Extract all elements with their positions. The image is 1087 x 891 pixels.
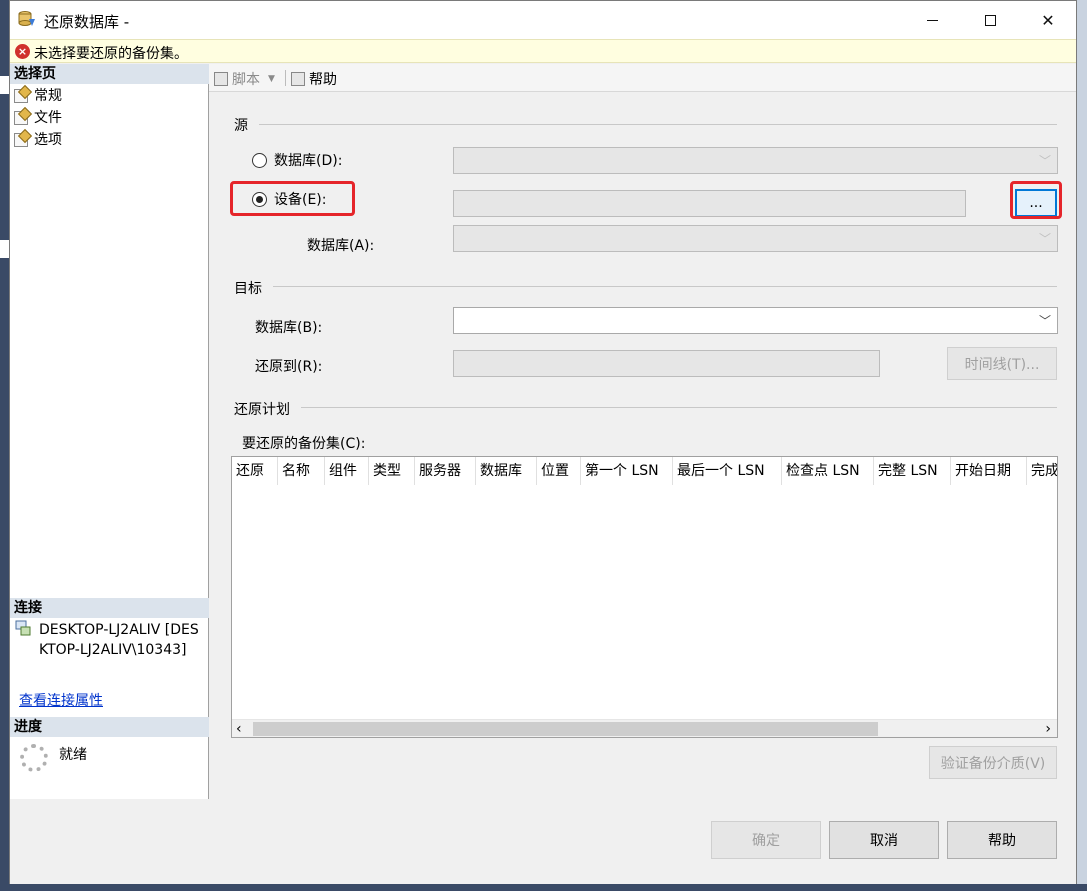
section-divider <box>301 407 1057 408</box>
script-icon <box>214 72 228 86</box>
ok-button[interactable]: 确定 <box>711 821 821 859</box>
chevron-left-icon[interactable]: ‹ <box>236 720 242 737</box>
table-header: 还原 名称 组件 类型 服务器 数据库 位置 第一个 LSN 最后一个 LSN … <box>232 457 1057 485</box>
background-bottom-strip <box>0 884 1087 891</box>
page-item-label: 选项 <box>34 132 62 148</box>
server-connection-icon <box>15 620 31 636</box>
page-settings-icon <box>14 111 28 125</box>
progress-spinner-icon <box>20 744 48 772</box>
source-section-title: 源 <box>234 118 248 134</box>
column-header[interactable]: 服务器 <box>415 457 476 485</box>
close-icon: ✕ <box>1041 10 1055 30</box>
scrollbar-thumb[interactable] <box>253 722 878 736</box>
view-connection-properties-link[interactable]: 查看连接属性 <box>19 690 103 710</box>
maximize-button[interactable] <box>961 1 1019 39</box>
restore-database-dialog: 还原数据库 - ✕ × 未选择要还原的备份集。 选择页 常规 文件 选项 连接 … <box>9 0 1077 884</box>
column-header[interactable]: 组件 <box>325 457 369 485</box>
page-item-general[interactable]: 常规 <box>14 86 62 106</box>
close-button[interactable]: ✕ <box>1019 1 1077 39</box>
chevron-down-icon: ﹀ <box>1038 314 1051 328</box>
script-button[interactable]: 脚本 ▼ <box>214 69 275 89</box>
help-icon <box>291 72 305 86</box>
maximize-icon <box>984 14 996 26</box>
minimize-icon <box>926 19 938 21</box>
column-header[interactable]: 类型 <box>369 457 415 485</box>
radio-unchecked-icon <box>252 152 267 168</box>
backup-sets-table[interactable]: 还原 名称 组件 类型 服务器 数据库 位置 第一个 LSN 最后一个 LSN … <box>231 456 1058 738</box>
section-divider <box>273 286 1057 287</box>
section-divider <box>259 124 1057 125</box>
chevron-right-icon[interactable]: › <box>1045 720 1051 737</box>
chevron-down-icon: ﹀ <box>1038 154 1051 168</box>
help-toolbar-button[interactable]: 帮助 <box>291 69 337 89</box>
column-header[interactable]: 完成 <box>1027 457 1057 485</box>
script-label: 脚本 <box>232 72 260 88</box>
page-item-label: 文件 <box>34 110 62 126</box>
source-database-label: 数据库(A): <box>307 238 375 254</box>
verify-backup-media-button[interactable]: 验证备份介质(V) <box>929 746 1057 779</box>
toolbar: 脚本 ▼ 帮助 <box>209 64 1076 92</box>
restore-plan-section-title: 还原计划 <box>234 402 290 418</box>
restore-to-label: 还原到(R): <box>255 359 323 375</box>
column-header[interactable]: 完整 LSN <box>874 457 951 485</box>
page-settings-icon <box>14 89 28 103</box>
error-banner: × 未选择要还原的备份集。 <box>10 39 1076 63</box>
column-header[interactable]: 最后一个 LSN <box>673 457 782 485</box>
radio-label: 数据库(D): <box>274 153 343 169</box>
select-page-header: 选择页 <box>10 64 209 84</box>
highlight-box <box>1010 181 1062 219</box>
toolbar-separator <box>285 70 286 86</box>
background-fragment <box>0 76 9 94</box>
destination-database-select[interactable]: ﹀ <box>453 307 1058 334</box>
chevron-down-icon: ﹀ <box>1038 232 1051 246</box>
left-panel: 选择页 常规 文件 选项 连接 DESKTOP-LJ2ALIV [DESKTOP… <box>10 64 209 799</box>
restore-to-field[interactable] <box>453 350 880 377</box>
column-header[interactable]: 还原 <box>232 457 278 485</box>
background-right-strip <box>1077 0 1087 891</box>
horizontal-scrollbar[interactable]: ‹ › <box>232 719 1057 737</box>
title-bar[interactable]: 还原数据库 - ✕ <box>10 1 1076 39</box>
error-message: 未选择要还原的备份集。 <box>34 46 188 62</box>
error-icon: × <box>15 44 30 59</box>
help-label: 帮助 <box>309 72 337 88</box>
column-header[interactable]: 数据库 <box>476 457 537 485</box>
source-database-a-select[interactable]: ﹀ <box>453 225 1058 252</box>
connection-header: 连接 <box>10 598 209 618</box>
timeline-button[interactable]: 时间线(T)... <box>947 347 1057 380</box>
progress-status: 就绪 <box>59 747 87 763</box>
page-settings-icon <box>14 133 28 147</box>
page-item-options[interactable]: 选项 <box>14 130 62 150</box>
column-header[interactable]: 位置 <box>537 457 581 485</box>
column-header[interactable]: 名称 <box>278 457 325 485</box>
background-fragment <box>0 240 9 258</box>
minimize-button[interactable] <box>903 1 961 39</box>
cancel-button[interactable]: 取消 <box>829 821 939 859</box>
device-path-field[interactable] <box>453 190 966 217</box>
dialog-footer: 确定 取消 帮助 <box>10 800 1076 884</box>
page-item-files[interactable]: 文件 <box>14 108 62 128</box>
column-header[interactable]: 检查点 LSN <box>782 457 874 485</box>
destination-section-title: 目标 <box>234 281 262 297</box>
background-app-strip <box>0 0 9 891</box>
progress-header: 进度 <box>10 717 209 737</box>
chevron-down-icon[interactable]: ▼ <box>268 74 275 84</box>
page-item-label: 常规 <box>34 88 62 104</box>
column-header[interactable]: 开始日期 <box>951 457 1027 485</box>
destination-database-label: 数据库(B): <box>255 320 323 336</box>
source-database-select[interactable]: ﹀ <box>453 147 1058 174</box>
highlight-box <box>230 181 355 216</box>
main-panel: 脚本 ▼ 帮助 源 数据库(D): ﹀ 设备(E): ... 数据库(A): ﹀… <box>209 64 1076 799</box>
help-button[interactable]: 帮助 <box>947 821 1057 859</box>
connection-info: DESKTOP-LJ2ALIV [DESKTOP-LJ2ALIV\10343] <box>39 622 199 658</box>
backup-sets-label: 要还原的备份集(C): <box>242 436 366 452</box>
source-database-radio[interactable]: 数据库(D): <box>252 150 342 170</box>
database-restore-icon <box>18 11 35 26</box>
window-title: 还原数据库 - <box>44 13 130 31</box>
column-header[interactable]: 第一个 LSN <box>581 457 673 485</box>
